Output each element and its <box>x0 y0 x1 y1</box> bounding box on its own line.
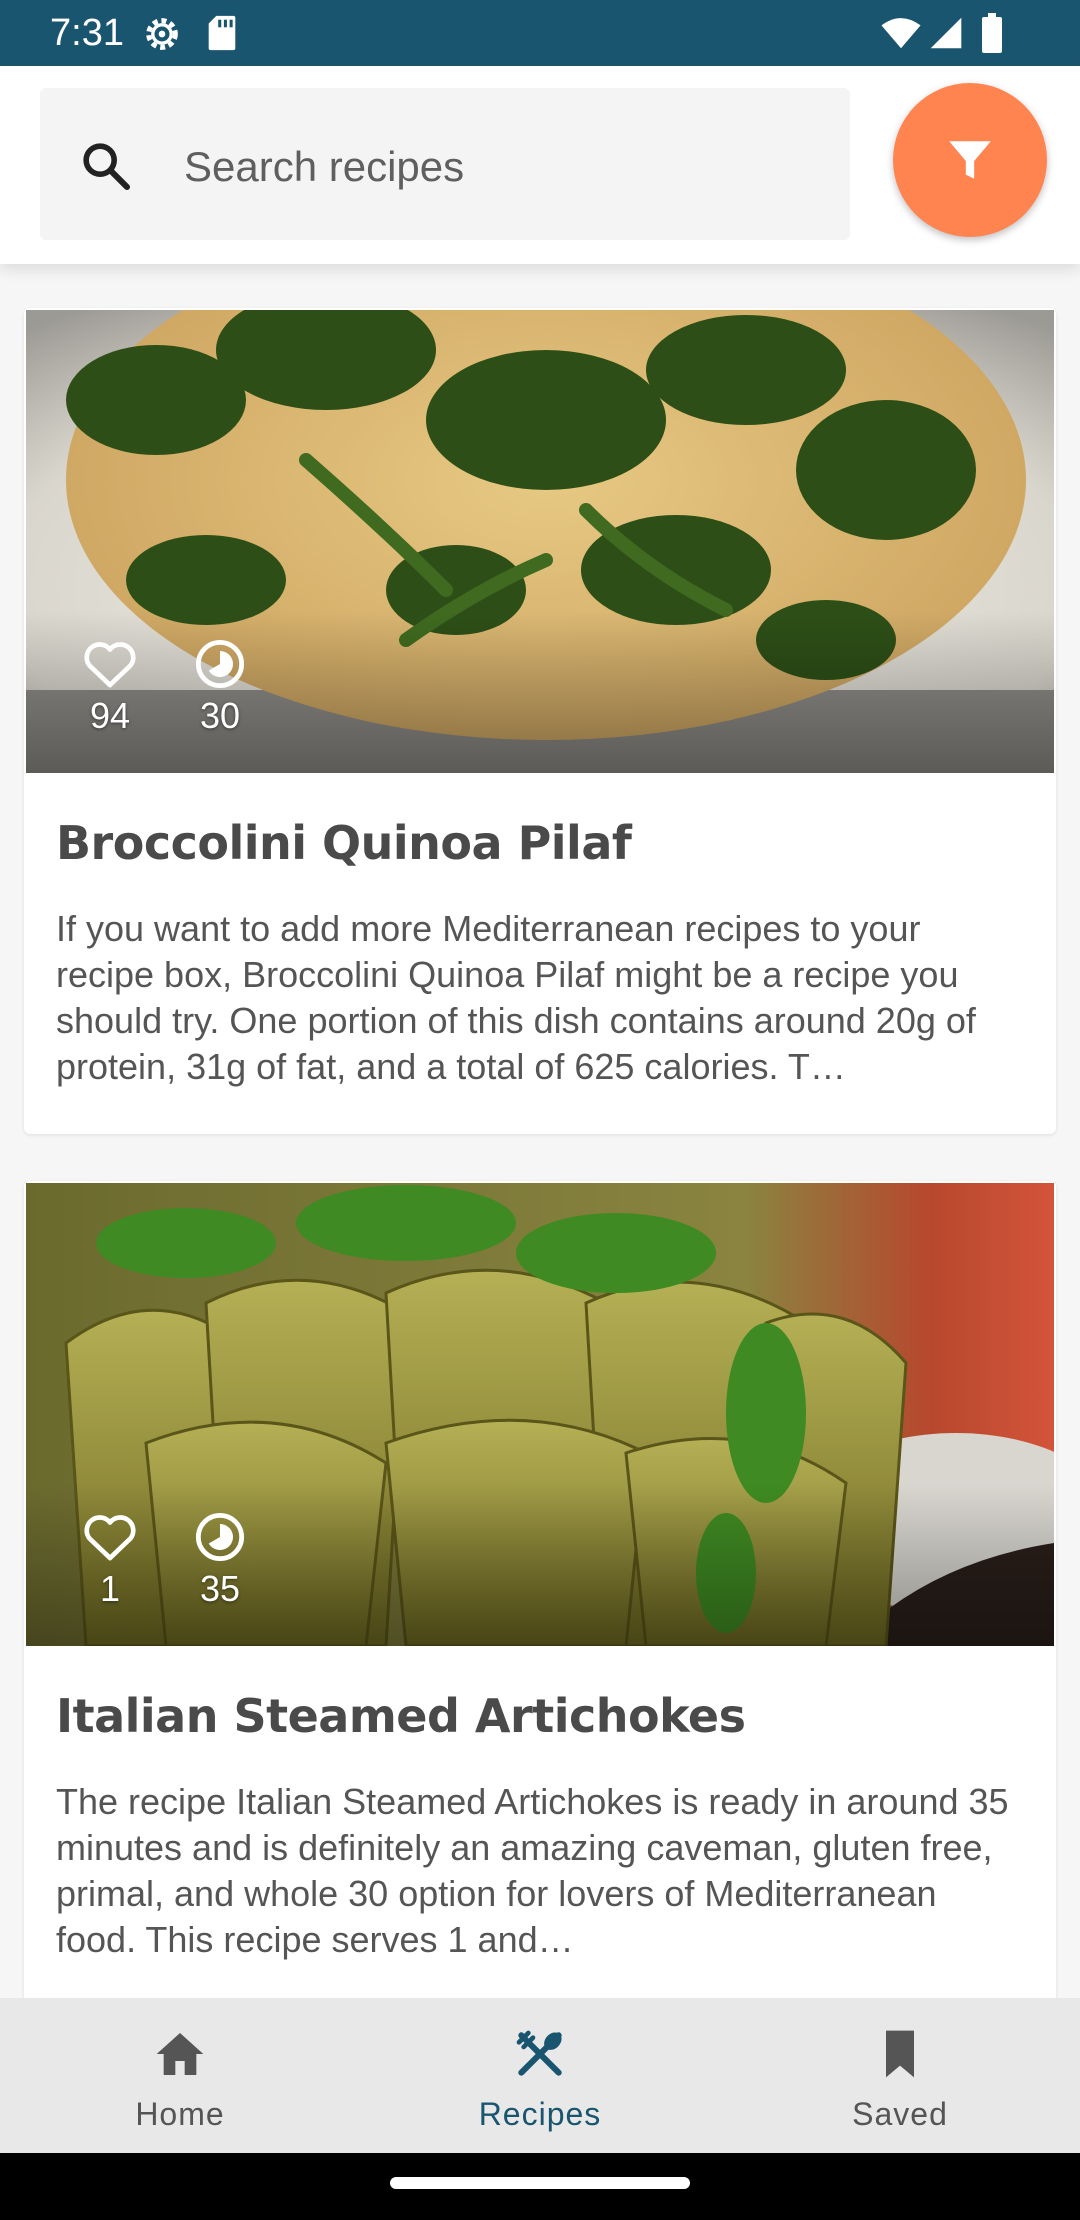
signal-icon <box>930 17 962 49</box>
time-stat: 30 <box>180 638 260 736</box>
bookmark-icon <box>886 2030 914 2078</box>
recipe-card[interactable]: 1 35 Italian Steamed Artichokes The reci… <box>24 1181 1056 2031</box>
home-gesture-handle[interactable] <box>390 2177 690 2189</box>
nav-item-home[interactable]: Home <box>0 1998 360 2153</box>
clock-icon <box>195 1512 245 1562</box>
search-bar[interactable] <box>40 88 850 240</box>
filter-button[interactable] <box>893 83 1047 237</box>
nav-item-saved[interactable]: Saved <box>720 1998 1080 2153</box>
likes-count: 1 <box>99 1568 121 1609</box>
search-icon <box>83 143 131 191</box>
recipe-title: Broccolini Quinoa Pilaf <box>56 816 632 870</box>
recipe-card[interactable]: 94 30 Broccolini Quinoa Pilaf If you wan… <box>24 308 1056 1134</box>
recipe-description: If you want to add more Mediterranean re… <box>56 908 976 1087</box>
clock-icon <box>195 639 245 689</box>
nav-label-home: Home <box>135 2096 225 2132</box>
search-header <box>0 66 1080 264</box>
search-input[interactable] <box>182 128 806 206</box>
nav-label-recipes: Recipes <box>478 2096 602 2132</box>
nav-label-saved: Saved <box>852 2096 948 2132</box>
gesture-bar <box>0 2153 1080 2220</box>
sd-card-icon <box>208 15 236 51</box>
home-icon <box>156 2033 204 2075</box>
likes-stat: 1 <box>70 1511 150 1609</box>
cook-time: 30 <box>199 695 241 736</box>
likes-stat: 94 <box>70 638 150 736</box>
status-time: 7:31 <box>50 12 124 54</box>
recipe-description: The recipe Italian Steamed Artichokes is… <box>56 1781 1009 1960</box>
fork-knife-icon <box>516 2030 562 2076</box>
heart-icon <box>84 1515 136 1561</box>
battery-icon <box>982 13 1002 53</box>
time-stat: 35 <box>180 1511 260 1609</box>
likes-count: 94 <box>89 695 131 736</box>
nav-item-recipes[interactable]: Recipes <box>360 1998 720 2153</box>
filter-icon <box>949 141 991 179</box>
cook-time: 35 <box>199 1568 241 1609</box>
bottom-navigation: Home Recipes Saved <box>0 1998 1080 2153</box>
recipe-title: Italian Steamed Artichokes <box>56 1689 746 1743</box>
gear-icon <box>146 18 178 50</box>
status-bar: 7:31 <box>0 0 1080 66</box>
wifi-icon <box>881 18 921 49</box>
heart-icon <box>84 642 136 688</box>
